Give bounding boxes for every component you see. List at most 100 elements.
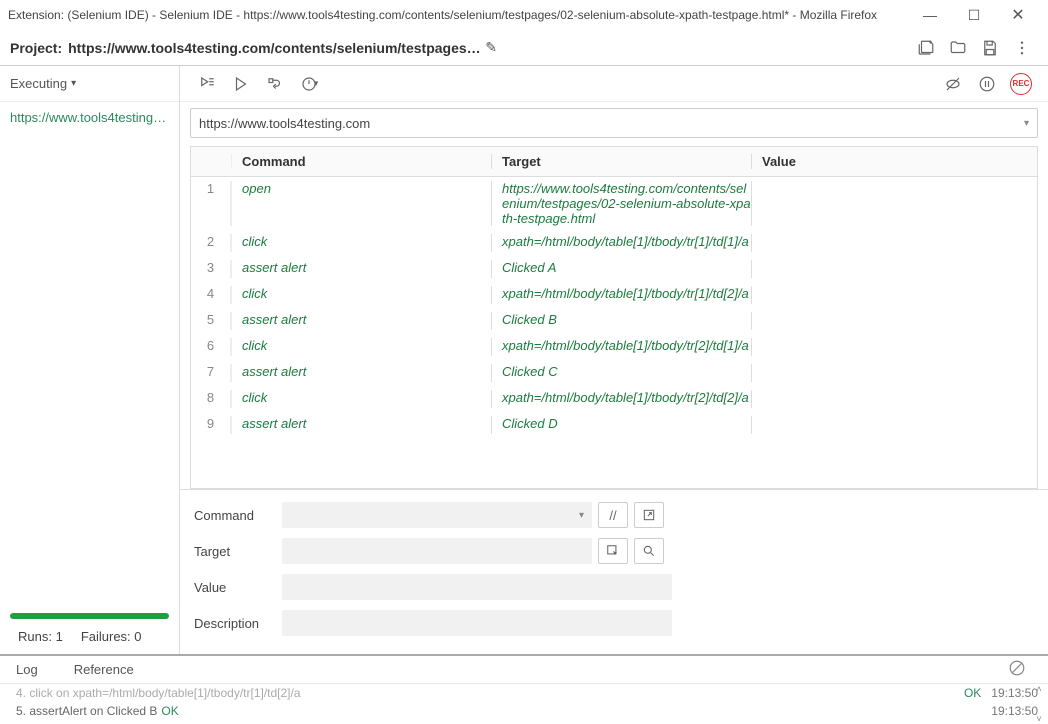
row-target: Clicked B [491,312,751,330]
edit-project-icon[interactable]: ✎ [485,39,497,56]
log-line: 4. click on xpath=/html/body/table[1]/tb… [0,684,1048,702]
row-target: xpath=/html/body/table[1]/tbody/tr[1]/td… [491,234,751,252]
row-target: https://www.tools4testing.com/contents/s… [491,181,751,226]
grid-row[interactable]: 3assert alertClicked A [191,256,1037,282]
window-titlebar: Extension: (Selenium IDE) - Selenium IDE… [0,0,1048,30]
row-command: assert alert [231,260,491,278]
project-url: https://www.tools4testing.com/contents/s… [68,40,481,56]
row-target: Clicked A [491,260,751,278]
new-project-icon[interactable] [910,32,942,64]
header-value: Value [751,154,1037,169]
form-description-input[interactable] [282,610,672,636]
log-scrollbar[interactable]: ˄˅ [1032,684,1046,724]
row-command: click [231,286,491,304]
pause-icon[interactable] [970,69,1004,99]
row-value [751,364,1037,382]
row-target: Clicked D [491,416,751,434]
toolbar: ▾ REC [180,66,1048,102]
close-button[interactable]: ✕ [996,0,1040,30]
editor-panel: ▾ REC https://www.tools4testing.com ▾ Co… [180,66,1048,654]
row-target: xpath=/html/body/table[1]/tbody/tr[2]/td… [491,390,751,408]
row-value [751,234,1037,252]
step-icon[interactable] [258,69,292,99]
row-value [751,338,1037,356]
comment-toggle-button[interactable]: // [598,502,628,528]
executing-label: Executing [10,76,67,91]
row-command: assert alert [231,416,491,434]
chevron-down-icon: ▾ [1024,118,1029,129]
progress-bar [10,613,169,619]
row-value [751,260,1037,278]
header-command: Command [231,154,491,169]
speed-icon[interactable]: ▾ [292,69,326,99]
row-index: 4 [191,286,231,304]
grid-row[interactable]: 2clickxpath=/html/body/table[1]/tbody/tr… [191,230,1037,256]
grid-row[interactable]: 9assert alertClicked D [191,412,1037,438]
header-target: Target [491,154,751,169]
row-command: click [231,234,491,252]
log-tabs: Log Reference [0,656,1048,684]
more-menu-icon[interactable] [1006,32,1038,64]
row-index: 8 [191,390,231,408]
disable-breakpoints-icon[interactable] [936,69,970,99]
row-value [751,416,1037,434]
window-title: Extension: (Selenium IDE) - Selenium IDE… [8,8,908,22]
row-index: 9 [191,416,231,434]
row-target: Clicked C [491,364,751,382]
row-index: 3 [191,260,231,278]
grid-row[interactable]: 6clickxpath=/html/body/table[1]/tbody/tr… [191,334,1037,360]
run-all-icon[interactable] [190,69,224,99]
save-project-icon[interactable] [974,32,1006,64]
log-area: 4. click on xpath=/html/body/table[1]/tb… [0,684,1048,724]
chevron-down-icon: ▾ [314,78,319,89]
find-target-button[interactable] [634,538,664,564]
grid-body: 1openhttps://www.tools4testing.com/conte… [191,177,1037,488]
form-command-label: Command [194,508,282,523]
tab-log[interactable]: Log [16,662,38,677]
bottom-panel: Log Reference 4. click on xpath=/html/bo… [0,654,1048,724]
log-line: 5. assertAlert on Clicked BOK 19:13:50 [0,702,1048,720]
clear-log-icon[interactable] [1008,659,1026,680]
base-url-input[interactable]: https://www.tools4testing.com ▾ [190,108,1038,138]
tab-reference[interactable]: Reference [74,662,134,677]
run-current-icon[interactable] [224,69,258,99]
grid-row[interactable]: 8clickxpath=/html/body/table[1]/tbody/tr… [191,386,1037,412]
chevron-down-icon: ▾ [71,78,76,89]
row-command: assert alert [231,364,491,382]
row-command: assert alert [231,312,491,330]
form-target-label: Target [194,544,282,559]
form-command-input[interactable]: ▾ [282,502,592,528]
row-value [751,312,1037,330]
row-index: 6 [191,338,231,356]
maximize-button[interactable]: ☐ [952,0,996,30]
form-value-input[interactable] [282,574,672,600]
row-command: open [231,181,491,226]
base-url-value: https://www.tools4testing.com [199,116,370,131]
minimize-button[interactable]: — [908,0,952,30]
open-reference-button[interactable] [634,502,664,528]
row-value [751,286,1037,304]
row-index: 1 [191,181,231,226]
record-button[interactable]: REC [1004,69,1038,99]
row-target: xpath=/html/body/table[1]/tbody/tr[1]/td… [491,286,751,304]
project-label: Project: [10,40,62,56]
row-command: click [231,390,491,408]
runs-count: Runs: 1 [18,629,63,644]
sidebar: Executing ▾ https://www.tools4testing.c.… [0,66,180,654]
grid-row[interactable]: 5assert alertClicked B [191,308,1037,334]
row-command: click [231,338,491,356]
form-value-label: Value [194,580,282,595]
row-value [751,181,1037,226]
grid-row[interactable]: 4clickxpath=/html/body/table[1]/tbody/tr… [191,282,1037,308]
row-index: 7 [191,364,231,382]
test-item[interactable]: https://www.tools4testing.c... [0,102,179,133]
command-form: Command ▾ // Target Value [180,489,1048,654]
open-project-icon[interactable] [942,32,974,64]
grid-header: Command Target Value [191,147,1037,177]
grid-row[interactable]: 1openhttps://www.tools4testing.com/conte… [191,177,1037,230]
select-target-button[interactable] [598,538,628,564]
form-target-input[interactable] [282,538,592,564]
tests-dropdown[interactable]: Executing ▾ [0,66,179,102]
failures-count: Failures: 0 [81,629,142,644]
grid-row[interactable]: 7assert alertClicked C [191,360,1037,386]
